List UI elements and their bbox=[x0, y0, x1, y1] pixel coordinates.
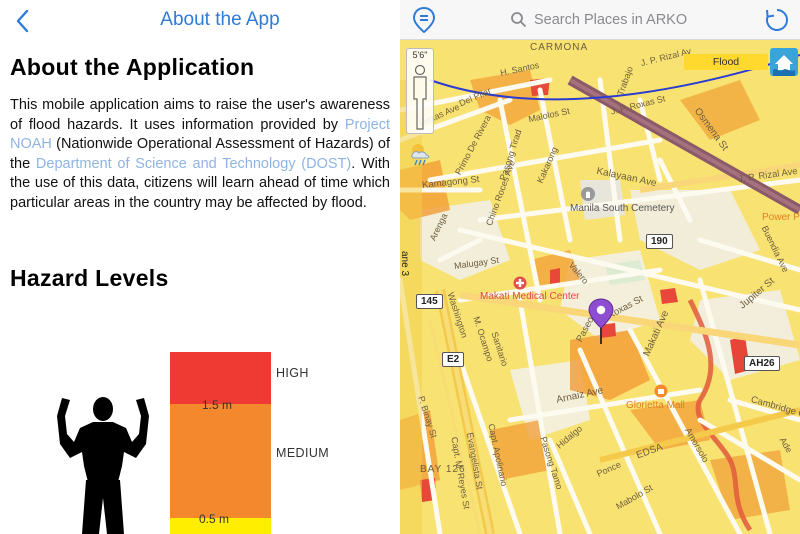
cemetery-icon bbox=[581, 187, 595, 201]
person-height-label: 5'6" bbox=[412, 50, 428, 60]
poi-power-plant[interactable]: Power Pl bbox=[762, 212, 800, 223]
poi-glorietta-mall[interactable]: Glorietta Mall bbox=[626, 400, 685, 411]
poi-manila-south-cemetery[interactable]: Manila South Cemetery bbox=[570, 203, 675, 214]
road-shield-190: 190 bbox=[646, 234, 673, 249]
search-bar[interactable] bbox=[510, 10, 704, 32]
section-heading-hazard: Hazard Levels bbox=[10, 265, 169, 291]
nav-title: About the App bbox=[160, 9, 280, 30]
map-label-carmona: CARMONA bbox=[530, 42, 589, 53]
refresh-icon[interactable] bbox=[764, 7, 790, 33]
dost-link[interactable]: Department of Science and Technology (DO… bbox=[36, 156, 351, 172]
location-pin-icon[interactable] bbox=[412, 6, 436, 34]
shopping-bag-icon bbox=[654, 384, 668, 398]
hazard-label-medium: MEDIUM bbox=[276, 446, 330, 460]
map-panel: 5'6" Flood CARMONA J. P. Rizal Av H. San… bbox=[400, 0, 800, 534]
person-silhouette-icon bbox=[57, 397, 149, 534]
flood-house-icon bbox=[770, 48, 798, 76]
hospital-icon bbox=[513, 276, 527, 290]
desc-text-1: This mobile application aims to raise th… bbox=[10, 97, 390, 133]
about-panel: About the App About the Application This… bbox=[0, 0, 400, 534]
hazard-level-high-bar bbox=[170, 352, 271, 404]
flood-layer-label: Flood bbox=[684, 54, 768, 70]
search-input[interactable] bbox=[534, 10, 704, 30]
hazard-label-high: HIGH bbox=[276, 366, 309, 380]
section-heading-about: About the Application bbox=[10, 54, 255, 80]
poi-makati-medical-center[interactable]: Makati Medical Center bbox=[480, 291, 579, 303]
person-outline-icon bbox=[413, 64, 427, 130]
map-label-bay-126: BAY 126 bbox=[420, 464, 466, 475]
hazard-level-medium-bar bbox=[170, 404, 271, 518]
person-height-widget[interactable]: 5'6" bbox=[406, 48, 434, 134]
road-shield-145: 145 bbox=[416, 294, 443, 309]
depth-mark-0-5m: 0.5 m bbox=[199, 512, 230, 526]
map-pin-icon[interactable] bbox=[588, 298, 614, 346]
map-top-bar bbox=[400, 0, 800, 40]
depth-mark-1-5m: 1.5 m bbox=[202, 398, 233, 412]
flood-layer-toggle[interactable]: Flood bbox=[684, 48, 800, 76]
nav-bar: About the App bbox=[0, 0, 400, 42]
weather-rain-icon[interactable] bbox=[408, 140, 436, 168]
map-label-skyway: ane 3 bbox=[400, 250, 411, 277]
road-shield-ah26: AH26 bbox=[744, 356, 780, 371]
road-shield-e2: E2 bbox=[442, 352, 465, 367]
search-icon bbox=[511, 12, 526, 27]
about-description: This mobile application aims to raise th… bbox=[10, 96, 390, 214]
